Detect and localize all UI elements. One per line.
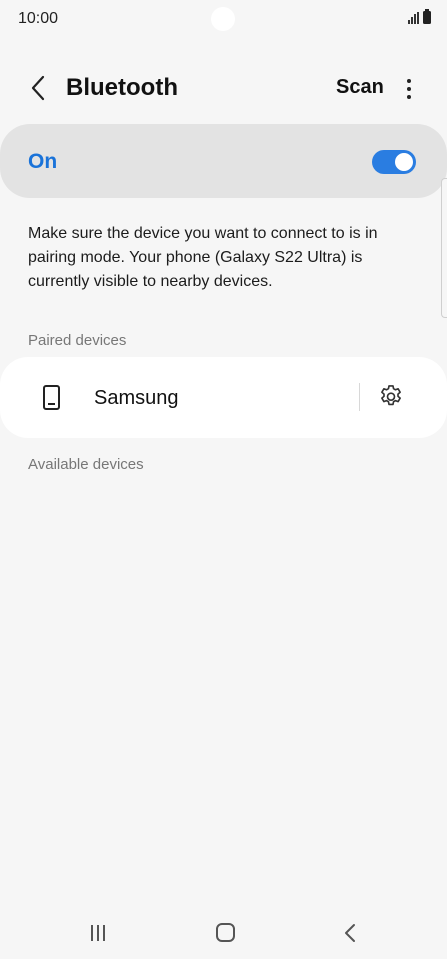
device-name: Samsung — [94, 387, 179, 409]
page-title: Bluetooth — [66, 74, 178, 101]
bluetooth-toggle[interactable] — [372, 150, 416, 174]
divider — [359, 383, 360, 411]
device-settings-button[interactable] — [376, 382, 406, 412]
battery-icon — [423, 9, 431, 24]
paired-devices-header: Paired devices — [28, 332, 127, 349]
gear-icon — [381, 385, 401, 406]
status-bar: 10:00 — [0, 0, 447, 38]
bluetooth-settings-screen: 10:00 Bluetooth Scan On Make sure the de… — [0, 0, 447, 959]
phone-icon — [43, 385, 60, 410]
paired-device-row[interactable]: Samsung — [0, 357, 447, 438]
status-icons — [408, 9, 431, 24]
signal-icon — [408, 12, 419, 24]
home-icon[interactable] — [216, 923, 235, 942]
visibility-description: Make sure the device you want to connect… — [28, 225, 378, 290]
recent-apps-icon[interactable] — [91, 925, 105, 941]
navigation-bar — [0, 905, 447, 959]
front-camera-cutout — [211, 7, 235, 31]
available-devices-header: Available devices — [28, 456, 144, 473]
scroll-indicator[interactable] — [441, 178, 447, 318]
switch-state-label: On — [28, 150, 58, 173]
more-options-icon[interactable] — [398, 74, 420, 104]
scan-button[interactable]: Scan — [336, 76, 384, 99]
chevron-left-icon — [31, 75, 45, 101]
bluetooth-master-switch-row[interactable]: On — [0, 124, 447, 198]
toggle-knob — [393, 151, 415, 173]
back-button[interactable] — [22, 72, 54, 104]
status-time: 10:00 — [18, 10, 59, 27]
nav-back-icon[interactable] — [342, 922, 358, 944]
app-bar: Bluetooth Scan — [0, 60, 447, 116]
